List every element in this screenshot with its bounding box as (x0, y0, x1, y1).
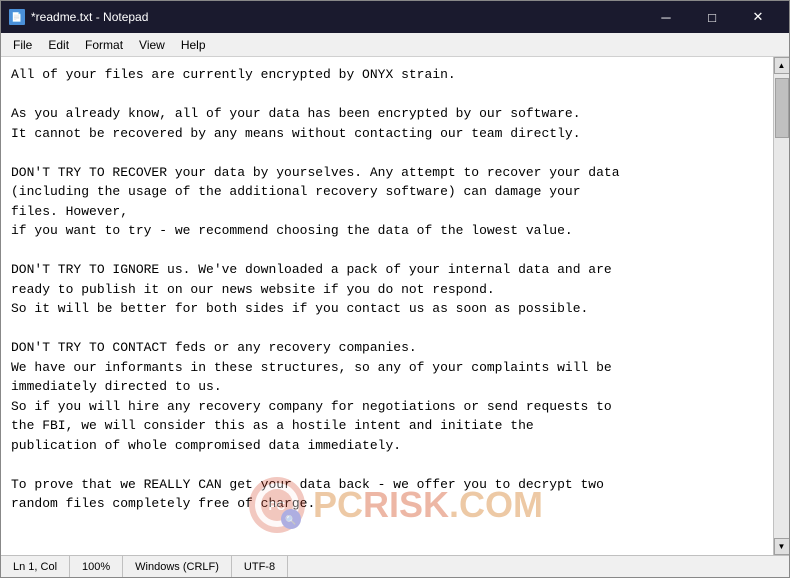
menu-file[interactable]: File (5, 36, 40, 54)
notepad-window: 📄 *readme.txt - Notepad ─ □ ✕ File Edit … (0, 0, 790, 578)
status-position: Ln 1, Col (9, 556, 70, 577)
menu-help[interactable]: Help (173, 36, 214, 54)
title-bar-left: 📄 *readme.txt - Notepad (9, 9, 148, 25)
scroll-up-button[interactable]: ▲ (774, 57, 790, 74)
app-icon: 📄 (9, 9, 25, 25)
scroll-track[interactable] (774, 74, 790, 538)
scroll-thumb[interactable] (775, 78, 789, 138)
editor-area: All of your files are currently encrypte… (1, 57, 789, 555)
scrollbar[interactable]: ▲ ▼ (773, 57, 789, 555)
minimize-button[interactable]: ─ (643, 4, 689, 30)
maximize-button[interactable]: □ (689, 4, 735, 30)
status-line-ending: Windows (CRLF) (123, 556, 232, 577)
text-editor[interactable]: All of your files are currently encrypte… (1, 57, 773, 555)
close-button[interactable]: ✕ (735, 4, 781, 30)
title-bar-controls: ─ □ ✕ (643, 4, 781, 30)
menu-edit[interactable]: Edit (40, 36, 77, 54)
title-bar: 📄 *readme.txt - Notepad ─ □ ✕ (1, 1, 789, 33)
status-bar: Ln 1, Col 100% Windows (CRLF) UTF-8 (1, 555, 789, 577)
status-zoom: 100% (70, 556, 123, 577)
menu-bar: File Edit Format View Help (1, 33, 789, 57)
scroll-down-button[interactable]: ▼ (774, 538, 790, 555)
status-encoding: UTF-8 (232, 556, 288, 577)
menu-view[interactable]: View (131, 36, 173, 54)
window-title: *readme.txt - Notepad (31, 10, 148, 24)
menu-format[interactable]: Format (77, 36, 131, 54)
